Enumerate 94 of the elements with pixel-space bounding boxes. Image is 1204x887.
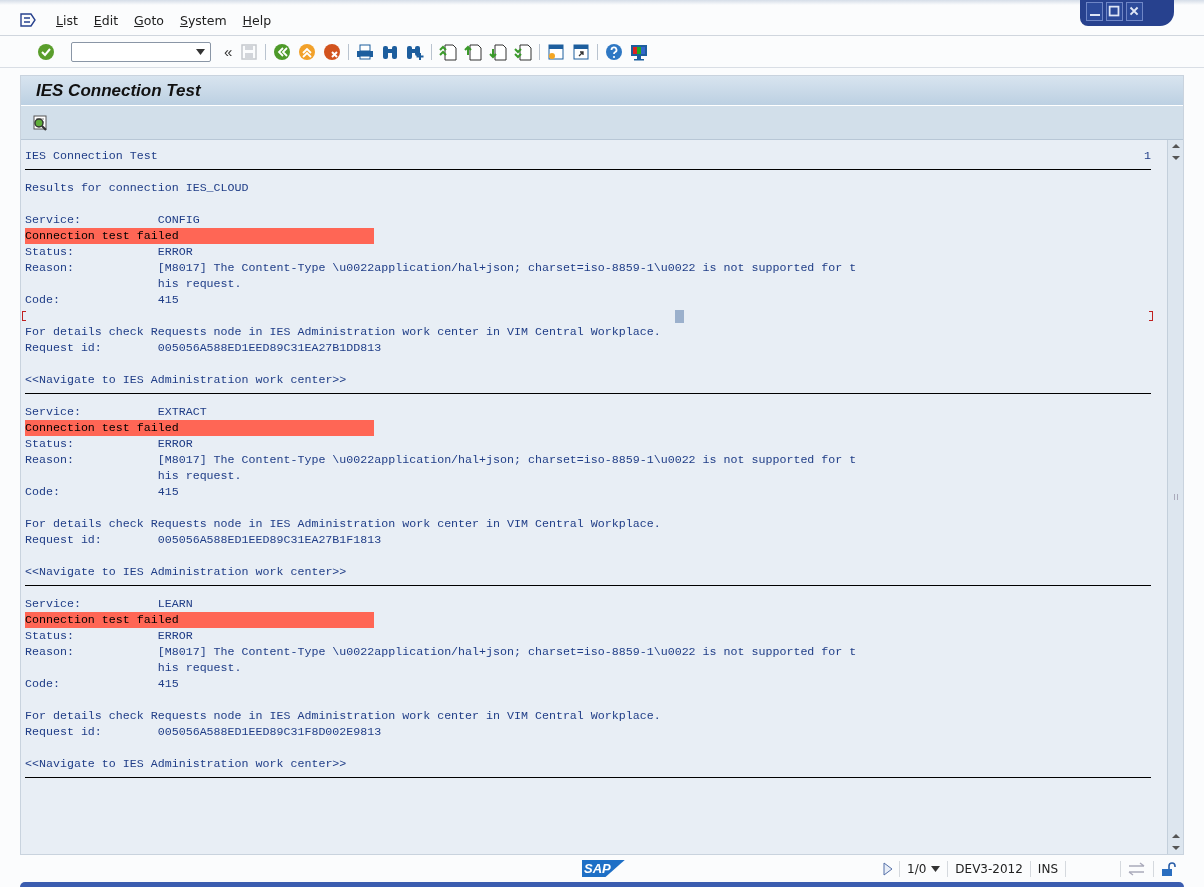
next-page-button[interactable] <box>488 41 509 62</box>
field-label: Status: <box>25 436 75 452</box>
menu-item[interactable]: Goto <box>126 9 172 31</box>
command-field[interactable] <box>71 41 211 62</box>
list-header: IES Connection Test <box>25 148 158 164</box>
first-page-button[interactable] <box>438 41 459 62</box>
field-value: 415 <box>157 292 179 308</box>
dropdown-caret-icon[interactable] <box>931 865 941 872</box>
menu-item[interactable]: Edit <box>85 9 127 31</box>
session-number: 1/0 <box>907 861 927 876</box>
padlock-icon[interactable] <box>1161 860 1177 877</box>
field-value: [M8017] The Content-Type \u0022application/hal+json; charset=iso-8859-1\u0022 is not supported for t <box>157 452 857 468</box>
close-button[interactable] <box>1126 2 1143 21</box>
cancel-icon <box>323 42 342 61</box>
back-arrows-icon <box>273 42 292 61</box>
navigate-link[interactable]: <<Navigate to IES Administration work center>> <box>25 756 347 772</box>
help-icon <box>605 42 624 61</box>
field-label: Code: <box>25 484 61 500</box>
field-label: Reason: <box>25 452 75 468</box>
field-value: his request. <box>157 276 242 292</box>
dropdown-caret-icon[interactable] <box>196 48 205 55</box>
menu-icon[interactable] <box>20 13 36 27</box>
minimize-button[interactable] <box>1086 2 1103 21</box>
field-value: 005056A588ED1EED89C31EA27B1F1813 <box>157 532 382 548</box>
field-value: 415 <box>157 484 179 500</box>
maximize-button[interactable] <box>1106 2 1123 21</box>
error-banner: Connection test failed <box>25 612 375 628</box>
input-mode: INS <box>1029 860 1065 877</box>
field-label: Reason: <box>25 260 75 276</box>
menu-item[interactable]: System <box>171 9 235 31</box>
menu-item[interactable]: List <box>48 9 86 31</box>
field-label: Request id: <box>25 340 103 356</box>
field-label: Request id: <box>25 532 103 548</box>
field-value: 005056A588ED1EED89C31F8D002E9813 <box>157 724 382 740</box>
page-double-down-arrow-icon <box>514 42 533 61</box>
text-cursor <box>674 310 684 323</box>
checkmark-icon <box>37 42 55 61</box>
field-label: Service: <box>25 596 82 612</box>
field-value: ERROR <box>157 436 193 452</box>
up-arrows-icon <box>298 42 317 61</box>
field-value: ERROR <box>157 628 193 644</box>
field-value: 415 <box>157 676 179 692</box>
system-name: DEV3-2012 <box>947 860 1030 877</box>
menu-item[interactable]: Help <box>234 9 280 31</box>
field-label: Reason: <box>25 644 75 660</box>
field-value: [M8017] The Content-Type \u0022application/hal+json; charset=iso-8859-1\u0022 is not supported for t <box>157 644 857 660</box>
error-banner: Connection test failed <box>25 420 375 436</box>
last-page-button[interactable] <box>513 41 534 62</box>
field-label: Code: <box>25 292 61 308</box>
collapse-button[interactable]: « <box>222 43 235 60</box>
field-value: LEARN <box>157 596 193 612</box>
back-button[interactable] <box>272 41 293 62</box>
field-value: EXTRACT <box>157 404 207 420</box>
field-label: Service: <box>25 404 82 420</box>
page-down-arrow-icon <box>489 42 508 61</box>
page-number: 1 <box>1144 148 1151 164</box>
field-value: CONFIG <box>157 212 200 228</box>
enter-button[interactable] <box>36 41 56 62</box>
page-up-arrow-icon <box>464 42 483 61</box>
details-text: For details check Requests node in IES Administration work center in VIM Central Workplace. <box>25 324 661 340</box>
field-value: [M8017] The Content-Type \u0022application/hal+json; charset=iso-8859-1\u0022 is not supported for t <box>157 260 857 276</box>
minimize-icon <box>1089 14 1100 16</box>
previous-page-button[interactable] <box>463 41 484 62</box>
printer-icon <box>356 42 375 61</box>
screen-title: IES Connection Test <box>21 76 1183 106</box>
field-value: ERROR <box>157 244 193 260</box>
vertical-scrollbar[interactable] <box>1167 140 1183 854</box>
field-label: Request id: <box>25 724 103 740</box>
play-triangle-icon <box>883 861 893 876</box>
field-value: his request. <box>157 660 242 676</box>
page-double-up-arrow-icon <box>439 42 458 61</box>
field-value: 005056A588ED1EED89C31EA27B1DD813 <box>157 340 382 356</box>
window-shortcut-icon <box>572 42 591 61</box>
cancel-button[interactable] <box>322 41 343 62</box>
print-button[interactable] <box>355 41 376 62</box>
field-label: Status: <box>25 628 75 644</box>
new-session-button[interactable] <box>546 41 567 62</box>
error-banner: Connection test failed <box>25 228 375 244</box>
help-button[interactable] <box>604 41 625 62</box>
sap-logo: SAP <box>582 860 625 877</box>
details-text: For details check Requests node in IES Administration work center in VIM Central Workplace. <box>25 516 661 532</box>
document-magnifier-icon <box>31 113 49 132</box>
intro-text: Results for connection IES_CLOUD <box>25 180 249 196</box>
field-label: Code: <box>25 676 61 692</box>
field-value: his request. <box>157 468 242 484</box>
field-label: Service: <box>25 212 82 228</box>
navigate-link[interactable]: <<Navigate to IES Administration work center>> <box>25 564 347 580</box>
details-text: For details check Requests node in IES Administration work center in VIM Central Workplace. <box>25 708 661 724</box>
new-window-icon <box>547 42 566 61</box>
shortcut-button[interactable] <box>571 41 592 62</box>
display-button[interactable] <box>31 113 49 132</box>
field-label: Status: <box>25 244 75 260</box>
monitor-icon <box>630 42 649 61</box>
navigate-link[interactable]: <<Navigate to IES Administration work center>> <box>25 372 347 388</box>
